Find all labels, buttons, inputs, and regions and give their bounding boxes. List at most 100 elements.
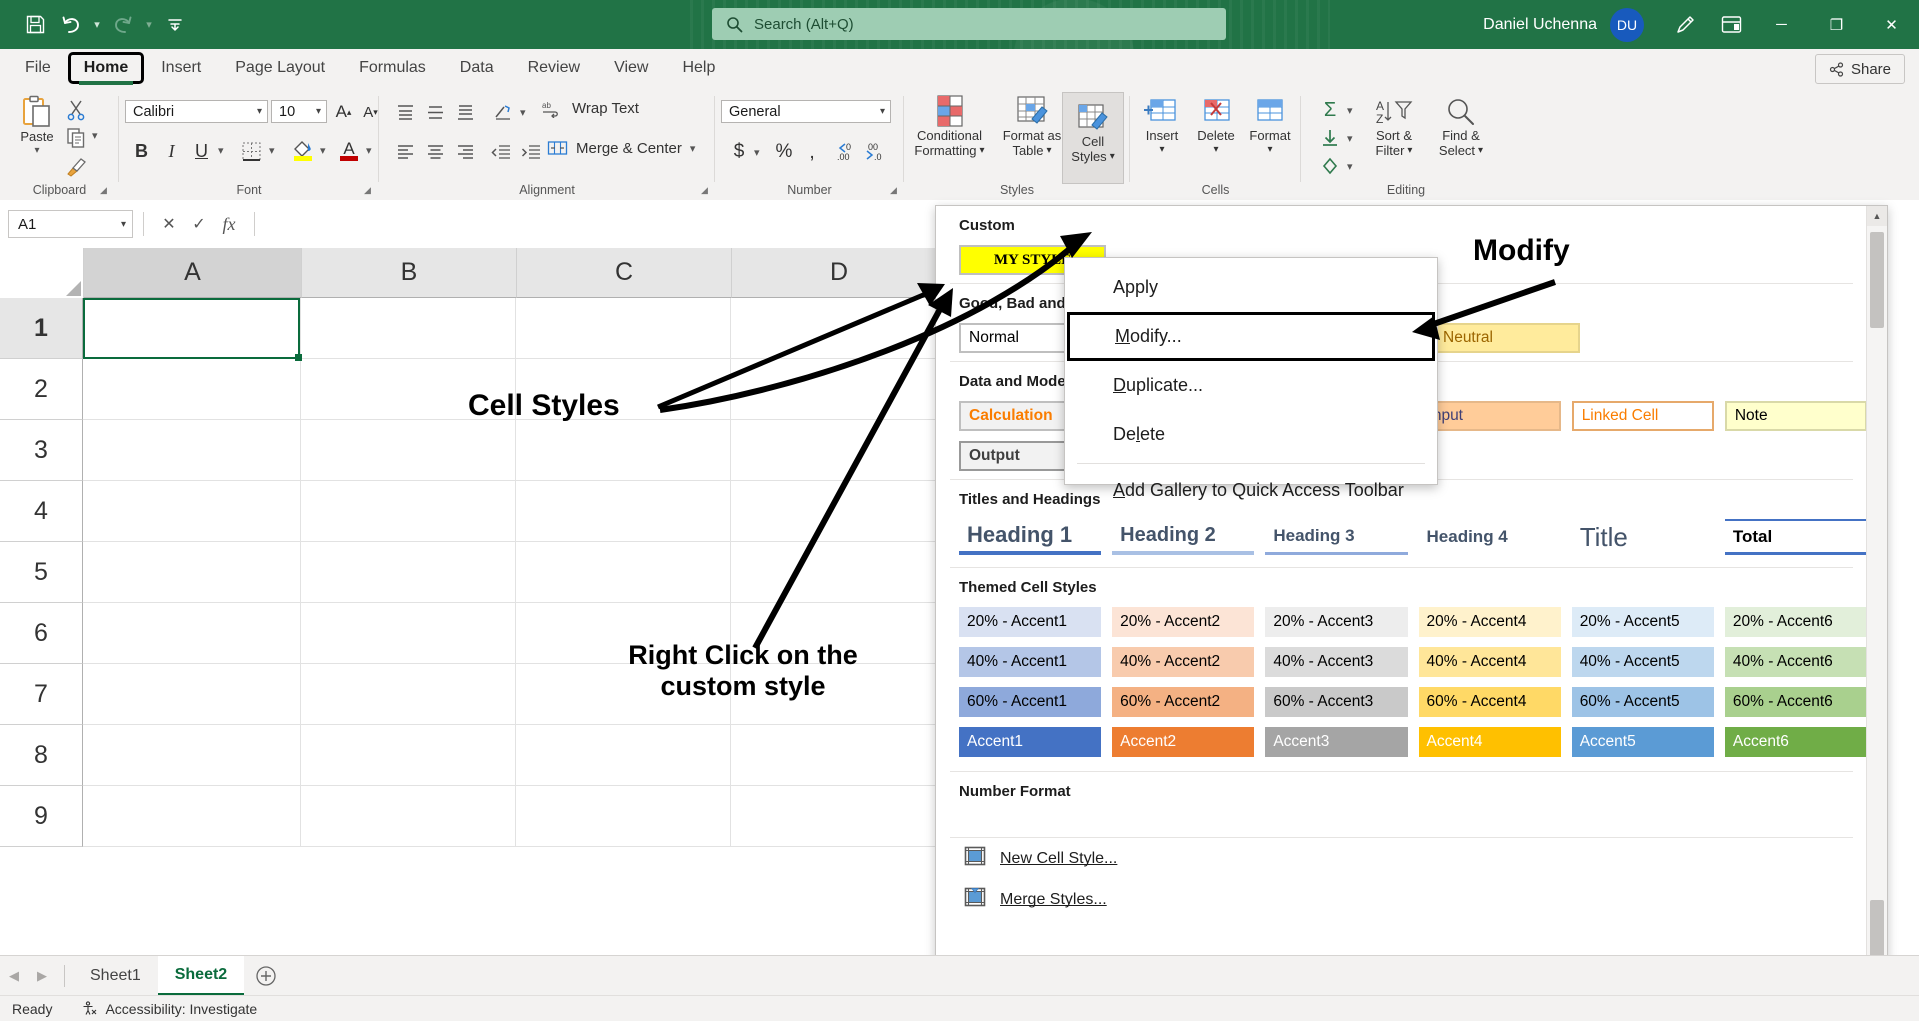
row-header-6[interactable]: 6 — [0, 603, 83, 664]
grid-cell[interactable] — [301, 298, 516, 359]
redo-icon[interactable] — [106, 8, 140, 42]
conditional-formatting-button[interactable]: Conditional Formatting▾ — [908, 95, 991, 158]
style-chip-accent5[interactable]: Accent5 — [1572, 727, 1714, 757]
style-chip-60-accent6[interactable]: 60% - Accent6 — [1725, 687, 1867, 717]
style-chip-accent1[interactable]: Accent1 — [959, 727, 1101, 757]
grid-cell[interactable] — [516, 542, 731, 603]
gallery-scroll-up-arrow[interactable]: ▲ — [1867, 206, 1887, 226]
minimize-button[interactable]: ─ — [1754, 0, 1809, 49]
style-chip-60-accent1[interactable]: 60% - Accent1 — [959, 687, 1101, 717]
undo-dropdown-caret[interactable]: ▾ — [90, 18, 104, 31]
sheet-tab-sheet1[interactable]: Sheet1 — [73, 956, 158, 996]
underline-button[interactable]: U — [188, 137, 215, 165]
style-chip-accent2[interactable]: Accent2 — [1112, 727, 1254, 757]
grid-cell[interactable] — [731, 725, 946, 786]
style-chip-linked-cell[interactable]: Linked Cell — [1572, 401, 1714, 431]
grow-font-button[interactable]: A▴ — [331, 99, 356, 125]
align-top-button[interactable] — [391, 99, 419, 125]
cut-icon[interactable] — [62, 97, 90, 123]
grid-cell[interactable] — [83, 725, 301, 786]
number-dialog-launcher[interactable]: ◢ — [890, 185, 897, 196]
style-chip-neutral[interactable]: Neutral — [1433, 323, 1580, 353]
style-chip-accent6[interactable]: Accent6 — [1725, 727, 1867, 757]
close-button[interactable]: ✕ — [1864, 0, 1919, 49]
style-chip-40-accent1[interactable]: 40% - Accent1 — [959, 647, 1101, 677]
style-chip-60-accent3[interactable]: 60% - Accent3 — [1265, 687, 1407, 717]
font-color-caret[interactable]: ▾ — [366, 144, 372, 157]
grid-cell[interactable] — [731, 481, 946, 542]
ribbon-tab-page-layout[interactable]: Page Layout — [218, 49, 342, 87]
active-cell-a1[interactable] — [83, 298, 300, 359]
percent-button[interactable]: % — [772, 139, 796, 165]
grid-cell[interactable] — [83, 420, 301, 481]
user-name[interactable]: Daniel Uchenna — [1483, 16, 1597, 34]
row-header-3[interactable]: 3 — [0, 420, 83, 481]
clear-button[interactable] — [1315, 153, 1345, 179]
style-chip-20-accent6[interactable]: 20% - Accent6 — [1725, 607, 1867, 637]
column-header-c[interactable]: C — [517, 248, 732, 298]
increase-indent-button[interactable] — [517, 139, 545, 165]
next-sheet-arrow[interactable]: ▶ — [28, 956, 56, 996]
sort-filter-button[interactable]: AZ Sort & Filter▾ — [1363, 95, 1425, 158]
context-menu-item-modify[interactable]: Modify... — [1067, 312, 1435, 361]
context-menu-item-delete[interactable]: Delete — [1065, 410, 1437, 459]
grid-cell[interactable] — [301, 603, 516, 664]
font-dialog-launcher[interactable]: ◢ — [364, 185, 371, 196]
delete-cells-button[interactable]: Delete▾ — [1190, 95, 1242, 155]
find-select-button[interactable]: Find & Select▾ — [1427, 95, 1495, 158]
ribbon-tab-data[interactable]: Data — [443, 49, 511, 87]
restore-button[interactable]: ❐ — [1809, 0, 1864, 49]
grid-cell[interactable] — [301, 664, 516, 725]
orientation-icon[interactable] — [489, 99, 517, 125]
currency-button[interactable]: $ — [727, 139, 751, 165]
merge-styles-item[interactable]: Merge Styles... — [936, 879, 1867, 920]
decrease-indent-button[interactable] — [487, 139, 515, 165]
style-chip-20-accent1[interactable]: 20% - Accent1 — [959, 607, 1101, 637]
style-chip-20-accent4[interactable]: 20% - Accent4 — [1419, 607, 1561, 637]
row-header-1[interactable]: 1 — [0, 298, 83, 359]
increase-decimal-button[interactable]: 00.0 — [863, 139, 893, 165]
column-header-a[interactable]: A — [84, 248, 302, 298]
copy-icon[interactable] — [62, 125, 90, 151]
bold-button[interactable]: B — [128, 137, 155, 165]
style-chip-title[interactable]: Title — [1572, 519, 1714, 555]
undo-icon[interactable] — [54, 8, 88, 42]
gallery-scroll-thumb-lower[interactable] — [1870, 900, 1884, 960]
style-chip-total[interactable]: Total — [1725, 519, 1867, 555]
font-size-caret[interactable]: ▾ — [316, 106, 321, 117]
cancel-formula-button[interactable]: ✕ — [154, 214, 184, 234]
status-accessibility[interactable]: Accessibility: Investigate — [82, 1001, 257, 1017]
avatar[interactable]: DU — [1610, 8, 1644, 42]
format-painter-icon[interactable] — [62, 153, 90, 179]
borders-caret[interactable]: ▾ — [269, 144, 275, 157]
merge-center-caret[interactable]: ▾ — [690, 142, 696, 155]
new-cell-style-item[interactable]: New Cell Style... — [936, 838, 1867, 879]
font-name-caret[interactable]: ▾ — [257, 106, 262, 117]
insert-function-button[interactable]: fx — [214, 214, 244, 235]
font-name-input[interactable]: Calibri ▾ — [125, 100, 268, 123]
name-box[interactable]: A1 ▾ — [8, 210, 133, 238]
search-box[interactable]: Search (Alt+Q) — [712, 8, 1226, 40]
row-header-2[interactable]: 2 — [0, 359, 83, 420]
grid-cell[interactable] — [301, 481, 516, 542]
grid-cell[interactable] — [301, 420, 516, 481]
style-chip-40-accent6[interactable]: 40% - Accent6 — [1725, 647, 1867, 677]
italic-button[interactable]: I — [158, 137, 185, 165]
grid-cell[interactable] — [301, 542, 516, 603]
paste-button[interactable]: Paste ▾ — [9, 96, 65, 156]
context-menu-item-apply[interactable]: Apply — [1065, 263, 1437, 312]
ribbon-tab-review[interactable]: Review — [511, 49, 597, 87]
grid-cell[interactable] — [731, 359, 946, 420]
redo-dropdown-caret[interactable]: ▾ — [142, 18, 156, 31]
comma-button[interactable]: , — [800, 139, 824, 165]
grid-cell[interactable] — [83, 786, 301, 847]
style-chip-20-accent3[interactable]: 20% - Accent3 — [1265, 607, 1407, 637]
font-size-input[interactable]: 10 ▾ — [271, 100, 327, 123]
merge-center-button[interactable]: Merge & Center ▾ — [547, 139, 695, 158]
style-chip-accent4[interactable]: Accent4 — [1419, 727, 1561, 757]
underline-caret[interactable]: ▾ — [218, 144, 224, 157]
clipboard-dialog-launcher[interactable]: ◢ — [100, 185, 107, 196]
row-header-9[interactable]: 9 — [0, 786, 83, 847]
grid-cell[interactable] — [516, 298, 731, 359]
enter-formula-button[interactable]: ✓ — [184, 214, 214, 234]
